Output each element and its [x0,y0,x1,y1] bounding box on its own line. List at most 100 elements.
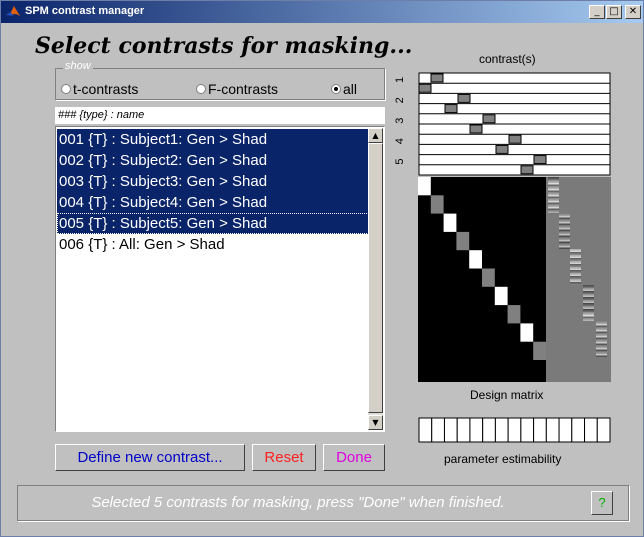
design-matrix-cell [559,237,570,239]
estimability-cell [507,417,522,443]
design-matrix-cell [583,301,594,303]
design-matrix-cell [596,339,607,341]
design-matrix-cell [548,184,559,186]
design-matrix-cell [443,213,457,232]
contrast-weight-mark [482,114,496,124]
radio-f-contrasts[interactable]: F-contrasts [196,81,278,97]
contrast-weight-mark [520,165,534,175]
design-matrix-cell [559,223,570,225]
show-legend: show [63,60,93,72]
design-matrix-cell [596,348,607,350]
estimability-cell [482,417,496,443]
design-matrix-cell [548,177,559,179]
page-title: Select contrasts for masking... [35,33,413,59]
design-matrix-cell [570,259,581,261]
estimability-bar [418,417,611,443]
list-item[interactable]: 001 {T} : Subject1: Gen > Shad [57,129,369,150]
design-matrix-cell [596,354,607,356]
design-matrix-cell [583,307,594,309]
design-matrix-cell [570,277,581,279]
design-matrix-cell [548,178,559,180]
design-matrix-cell [583,289,594,291]
list-item[interactable]: 006 {T} : All: Gen > Shad [57,234,369,255]
estimability-cell [545,417,560,443]
close-icon[interactable]: ✕ [625,5,641,19]
estimability-label: parameter estimability [444,452,562,466]
design-matrix-cell [596,337,607,339]
list-item[interactable]: 002 {T} : Subject2: Gen > Shad [57,150,369,171]
design-matrix-cell [596,349,607,351]
design-matrix-cell [570,261,581,263]
design-matrix-cell [583,298,594,300]
design-matrix-cell [583,300,594,302]
design-matrix-cell [596,325,607,327]
design-matrix-cell [596,328,607,330]
reset-button[interactable]: Reset [252,444,316,471]
design-matrix-cell [548,205,559,207]
help-button[interactable]: ? [591,491,613,515]
design-matrix-cell [548,204,559,206]
contrast-row-label: 4 [394,138,406,144]
status-text: Selected 5 contrasts for masking, press … [91,494,505,511]
design-matrix-cell [570,264,581,266]
design-matrix-cell [548,201,559,203]
design-matrix-cell [583,286,594,288]
design-matrix-cell [548,211,559,213]
design-matrix-cell [596,322,607,324]
scroll-down-icon[interactable]: ▼ [368,415,383,430]
design-matrix-cell [583,318,594,320]
estimability-cell [558,417,573,443]
design-matrix-cell [548,207,559,209]
design-matrix-cell [548,210,559,212]
design-matrix-cell [570,270,581,272]
design-matrix-cell [583,292,594,294]
design-matrix-cell [583,309,594,311]
design-matrix-cell [583,306,594,308]
estimability-cell [571,417,586,443]
radio-t-contrasts[interactable]: t-contrasts [61,81,138,97]
define-contrast-button[interactable]: Define new contrast... [55,444,245,471]
minimize-icon[interactable]: _ [589,5,605,19]
design-matrix-cell [559,238,570,240]
design-matrix-cell [559,217,570,219]
list-item[interactable]: 005 {T} : Subject5: Gen > Shad [57,213,369,234]
design-matrix-cell [559,244,570,246]
scroll-up-icon[interactable]: ▲ [368,128,383,143]
estimability-cell [584,417,598,443]
radio-all[interactable]: all [331,81,357,97]
radio-icon [196,84,206,94]
vertical-scrollbar[interactable]: ▲ ▼ [368,128,383,430]
design-matrix-cell [570,258,581,260]
contrast-weight-mark [533,155,547,165]
design-matrix-cell [559,232,570,234]
estimability-cell [533,417,547,443]
contrast-matrix: 1 2 3 4 5 [394,72,611,176]
design-matrix-cell [548,202,559,204]
contrast-listbox[interactable]: 001 {T} : Subject1: Gen > Shad 002 {T} : … [55,126,385,432]
design-matrix-cell [456,231,470,251]
design-matrix-cell [570,256,581,258]
design-matrix-label: Design matrix [470,388,544,402]
design-matrix-cell [559,222,570,224]
maximize-icon[interactable]: □ [606,5,622,19]
design-matrix-cell [559,225,570,227]
matlab-logo-icon [6,6,20,16]
design-matrix-cell [596,343,607,345]
design-matrix-cell [520,323,534,342]
scroll-thumb[interactable] [368,143,383,413]
design-matrix-cell [583,294,594,296]
contrast-list: 001 {T} : Subject1: Gen > Shad 002 {T} : … [57,129,369,255]
design-matrix-cell [559,243,570,245]
contrast-row-label: 1 [394,77,406,83]
design-matrix-cell [548,186,559,188]
design-matrix-cell [596,342,607,344]
design-matrix-cell [583,304,594,306]
done-button[interactable]: Done [323,444,385,471]
design-matrix-cell [570,274,581,276]
list-item[interactable]: 004 {T} : Subject4: Gen > Shad [57,192,369,213]
estimability-cell [494,417,509,443]
design-matrix-cell [596,352,607,354]
list-item[interactable]: 003 {T} : Subject3: Gen > Shad [57,171,369,192]
design-matrix-cell [570,265,581,267]
design-matrix-cell [583,295,594,297]
